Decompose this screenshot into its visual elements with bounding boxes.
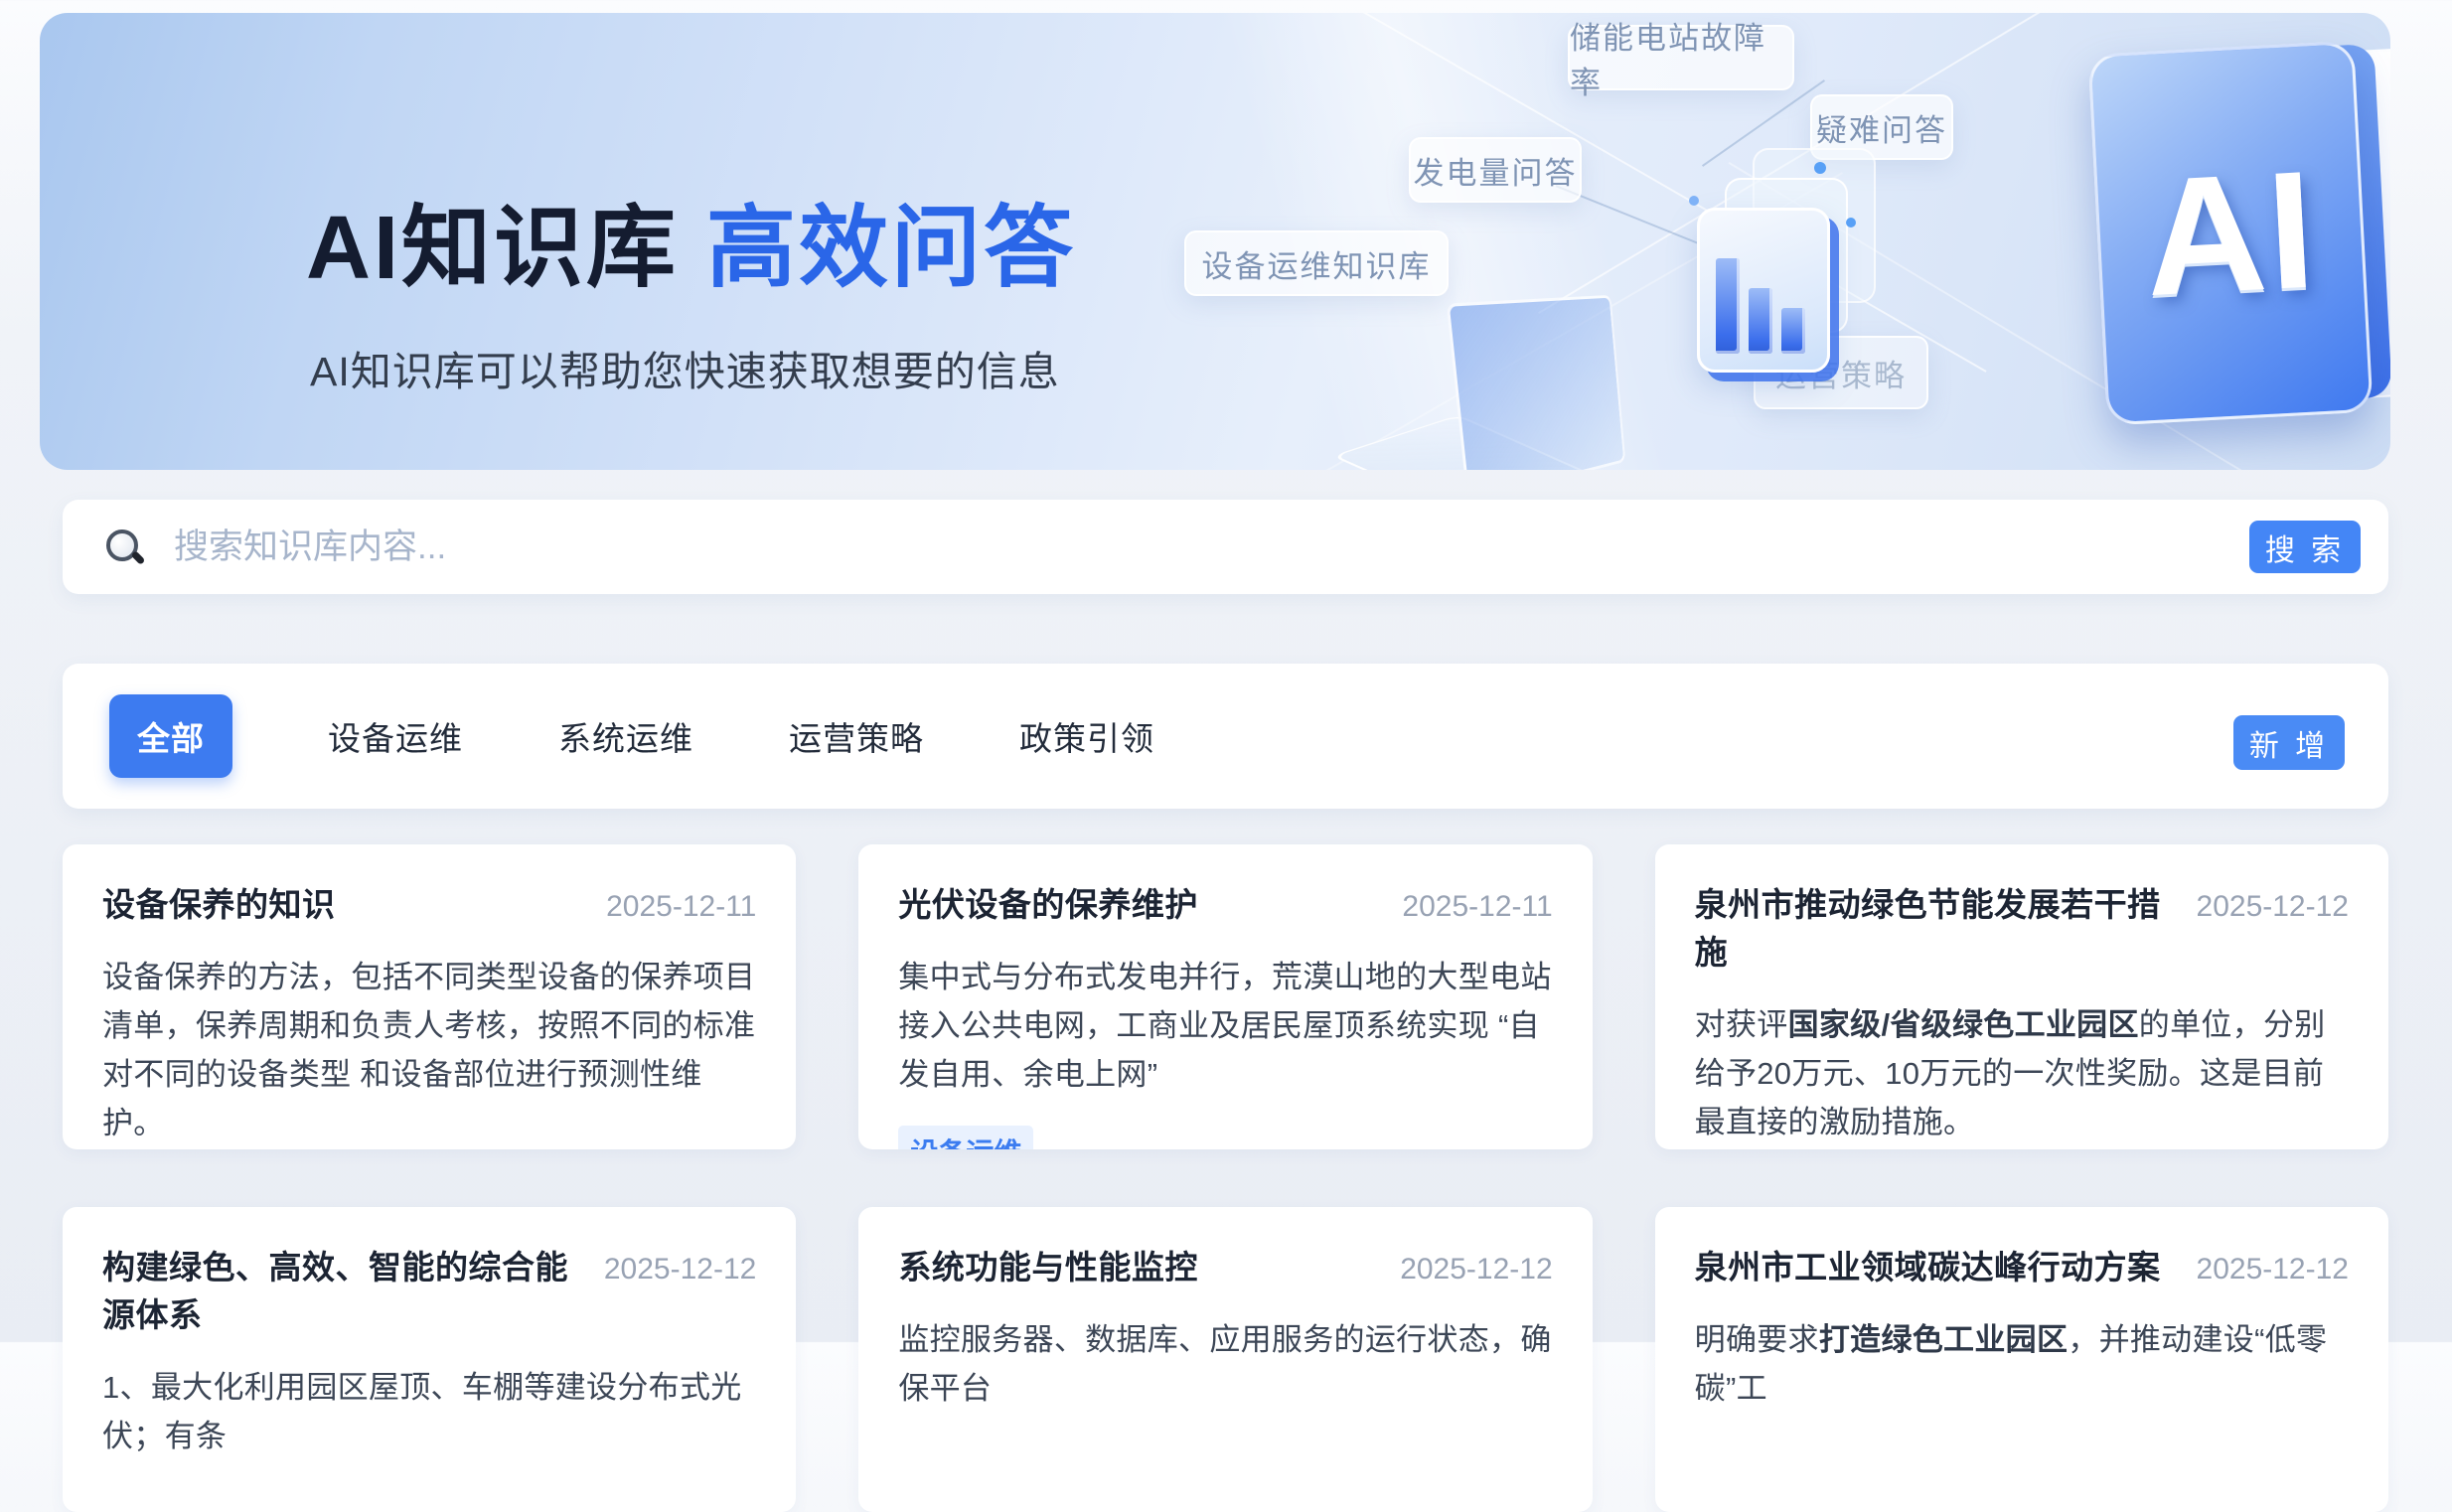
page-subtitle: AI知识库可以帮助您快速获取想要的信息 (310, 338, 1060, 397)
card-title: 系统功能与性能监控 (898, 1241, 1198, 1288)
card-title: 泉州市工业领域碳达峰行动方案 (1695, 1241, 2161, 1288)
card-header: 系统功能与性能监控 2025-12-12 (898, 1241, 1552, 1288)
floating-tag-generation-qa: 发电量问答 (1409, 137, 1582, 203)
search-button[interactable]: 搜 索 (2249, 521, 2361, 573)
floating-tag-storage-failure: 储能电站故障率 (1568, 25, 1794, 90)
filter-bar: 全部 设备运维 系统运维 运营策略 政策引领 新 增 (63, 664, 2388, 809)
card-date: 2025-12-12 (2197, 1253, 2349, 1286)
search-bar: 搜 索 (63, 500, 2388, 594)
card-body: 对获评国家级/省级绿色工业园区的单位，分别给予20万元、10万元的一次性奖励。这… (1695, 1001, 2349, 1147)
card-date: 2025-12-11 (1402, 890, 1552, 924)
knowledge-card[interactable]: 系统功能与性能监控 2025-12-12 监控服务器、数据库、应用服务的运行状态，确… (858, 1207, 1592, 1512)
filter-tabs: 全部 设备运维 系统运维 运营策略 政策引领 (109, 694, 1154, 778)
iso-grid-line (1728, 162, 2325, 470)
search-icon (104, 528, 144, 567)
floating-tag-device-ops-kb: 设备运维知识库 (1184, 230, 1449, 296)
card-title: 构建绿色、高效、智能的综合能源体系 (102, 1241, 584, 1336)
card-title: 泉州市推动绿色节能发展若干措施 (1695, 878, 2177, 974)
card-body: 1、最大化利用园区屋顶、车棚等建设分布式光伏；有条 (102, 1364, 756, 1461)
knowledge-card[interactable]: 泉州市工业领域碳达峰行动方案 2025-12-12 明确要求打造绿色工业园区，并推动… (1655, 1207, 2388, 1512)
search-input[interactable] (172, 527, 2249, 568)
card-title: 光伏设备的保养维护 (898, 878, 1198, 926)
page-title-accent: 高效问答 (706, 199, 1076, 298)
tab-device-ops[interactable]: 设备运维 (328, 694, 463, 778)
page-title: AI知识库 高效问答 (306, 200, 1076, 298)
knowledge-card[interactable]: 设备保养的知识 2025-12-11 设备保养的方法，包括不同类型设备的保养项目清单… (63, 844, 796, 1149)
card-body: 明确要求打造绿色工业园区，并推动建设“低零碳”工 (1695, 1316, 2349, 1414)
card-category-tag[interactable]: 设备运维 (898, 1126, 1033, 1149)
card-header: 构建绿色、高效、智能的综合能源体系 2025-12-12 (102, 1241, 756, 1336)
knowledge-card-grid: 设备保养的知识 2025-12-11 设备保养的方法，包括不同类型设备的保养项目清单… (63, 844, 2388, 1512)
card-date: 2025-12-12 (1400, 1253, 1552, 1286)
card-date: 2025-12-12 (2197, 890, 2349, 924)
add-button[interactable]: 新 增 (2233, 715, 2345, 770)
tab-operation-strategy[interactable]: 运营策略 (789, 694, 924, 778)
card-body: 集中式与分布式发电并行，荒漠山地的大型电站接入公共电网，工商业及居民屋顶系统实现… (898, 954, 1552, 1100)
card-date: 2025-12-11 (606, 890, 756, 924)
card-body: 设备保养的方法，包括不同类型设备的保养项目清单，保养周期和负责人考核，按照不同的… (102, 954, 756, 1148)
knowledge-card[interactable]: 泉州市推动绿色节能发展若干措施 2025-12-12 对获评国家级/省级绿色工业园区… (1655, 844, 2388, 1149)
ai-cube-label: AI (2140, 133, 2321, 334)
card-header: 泉州市推动绿色节能发展若干措施 2025-12-12 (1695, 878, 2349, 974)
floating-tag-operation-strategy: 运营策略 (1754, 336, 1928, 409)
card-date: 2025-12-12 (604, 1253, 756, 1286)
card-header: 光伏设备的保养维护 2025-12-11 (898, 878, 1552, 926)
tab-policy[interactable]: 政策引领 (1019, 694, 1154, 778)
card-header: 设备保养的知识 2025-12-11 (102, 878, 756, 926)
card-body: 监控服务器、数据库、应用服务的运行状态，确保平台 (898, 1316, 1552, 1414)
page-title-primary: AI知识库 (306, 199, 679, 298)
knowledge-card[interactable]: 光伏设备的保养维护 2025-12-11 集中式与分布式发电并行，荒漠山地的大型电站… (858, 844, 1592, 1149)
card-header: 泉州市工业领域碳达峰行动方案 2025-12-12 (1695, 1241, 2349, 1288)
iso-grid-line (1257, 172, 1843, 470)
knowledge-card[interactable]: 构建绿色、高效、智能的综合能源体系 2025-12-12 1、最大化利用园区屋顶、车… (63, 1207, 796, 1512)
tab-all[interactable]: 全部 (109, 694, 232, 778)
hero-banner: AI知识库 高效问答 AI知识库可以帮助您快速获取想要的信息 储能电站故障率 疑… (40, 13, 2390, 470)
tab-system-ops[interactable]: 系统运维 (558, 694, 693, 778)
card-title: 设备保养的知识 (102, 878, 336, 926)
floating-tag-difficult-qa: 疑难问答 (1810, 94, 1953, 160)
